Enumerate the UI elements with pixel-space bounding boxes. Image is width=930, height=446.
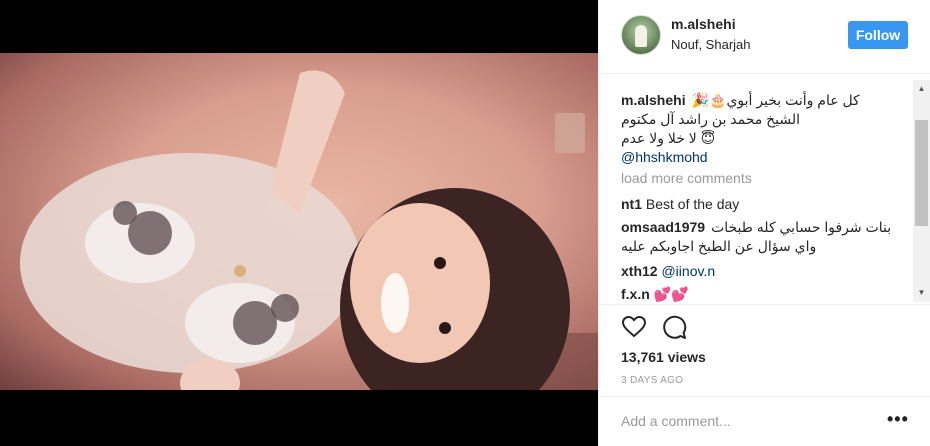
- comment-item: omsaad1979 بنات شرفوا حسابي كله طبخات وا…: [621, 218, 911, 256]
- comment-text: بنات شرفوا حسابي كله طبخات: [711, 219, 892, 235]
- avatar-figure: [635, 25, 647, 47]
- comments-list: m.alshehi كل عام وأنت بخير أبوي🎂🎉 الشيخ …: [599, 75, 930, 304]
- comment-icon[interactable]: [661, 314, 687, 340]
- comment-username[interactable]: f.x.n: [621, 286, 650, 302]
- more-options-icon[interactable]: •••: [887, 409, 909, 430]
- comment-username[interactable]: omsaad1979: [621, 218, 705, 237]
- scroll-down-arrow[interactable]: ▼: [913, 286, 930, 300]
- heart-icon[interactable]: [621, 314, 647, 340]
- post-side-panel: m.alshehi Nouf, Sharjah Follow m.alshehi…: [598, 0, 930, 446]
- caption-text-3: لا خلا ولا عدم 😇: [621, 130, 716, 146]
- scroll-up-arrow[interactable]: ▲: [913, 82, 930, 96]
- comment-username[interactable]: nt1: [621, 196, 642, 212]
- comment-line: omsaad1979 بنات شرفوا حسابي كله طبخات: [621, 218, 911, 237]
- comments-scrollbar[interactable]: ▲ ▼: [913, 80, 930, 302]
- comment-text: Best of the day: [645, 196, 740, 212]
- media-panel: [0, 0, 598, 446]
- comment-item: f.x.n 💕💕: [621, 285, 911, 304]
- post-photo[interactable]: [0, 53, 598, 390]
- comment-username[interactable]: xth12: [621, 263, 658, 279]
- follow-button[interactable]: Follow: [848, 21, 908, 49]
- caption-mention[interactable]: @hhshkmohd: [621, 148, 911, 167]
- comment-text: 💕💕: [653, 286, 689, 302]
- caption: m.alshehi كل عام وأنت بخير أبوي🎂🎉 الشيخ …: [621, 91, 911, 167]
- avatar[interactable]: [621, 15, 661, 55]
- caption-username[interactable]: m.alshehi: [621, 91, 686, 110]
- caption-text-2: الشيخ محمد بن راشد آل مكتوم: [621, 111, 801, 127]
- caption-line-1: m.alshehi كل عام وأنت بخير أبوي🎂🎉: [621, 91, 911, 110]
- comment-item: nt1 Best of the day: [621, 195, 911, 214]
- username-link[interactable]: m.alshehi: [671, 16, 736, 32]
- photo-illustration: [20, 70, 598, 390]
- post-date[interactable]: 3 DAYS AGO: [621, 375, 683, 386]
- comment-mention[interactable]: @iinov.n: [661, 263, 715, 279]
- post-header: m.alshehi Nouf, Sharjah Follow: [599, 0, 930, 74]
- add-comment-bar: •••: [599, 396, 930, 446]
- instagram-post-modal: m.alshehi Nouf, Sharjah Follow m.alshehi…: [0, 0, 930, 446]
- comment-text-line-2: واي سؤال عن الطبخ اجاوبكم عليه: [621, 238, 817, 254]
- load-more-comments-link[interactable]: load more comments: [621, 170, 752, 186]
- comment-item: xth12 @iinov.n: [621, 262, 911, 281]
- views-count[interactable]: 13,761 views: [621, 349, 706, 365]
- caption-text-1: كل عام وأنت بخير أبوي🎂🎉: [691, 92, 860, 108]
- add-comment-input[interactable]: [621, 411, 871, 431]
- location-link[interactable]: Nouf, Sharjah: [671, 37, 751, 52]
- scrollbar-thumb[interactable]: [915, 120, 928, 226]
